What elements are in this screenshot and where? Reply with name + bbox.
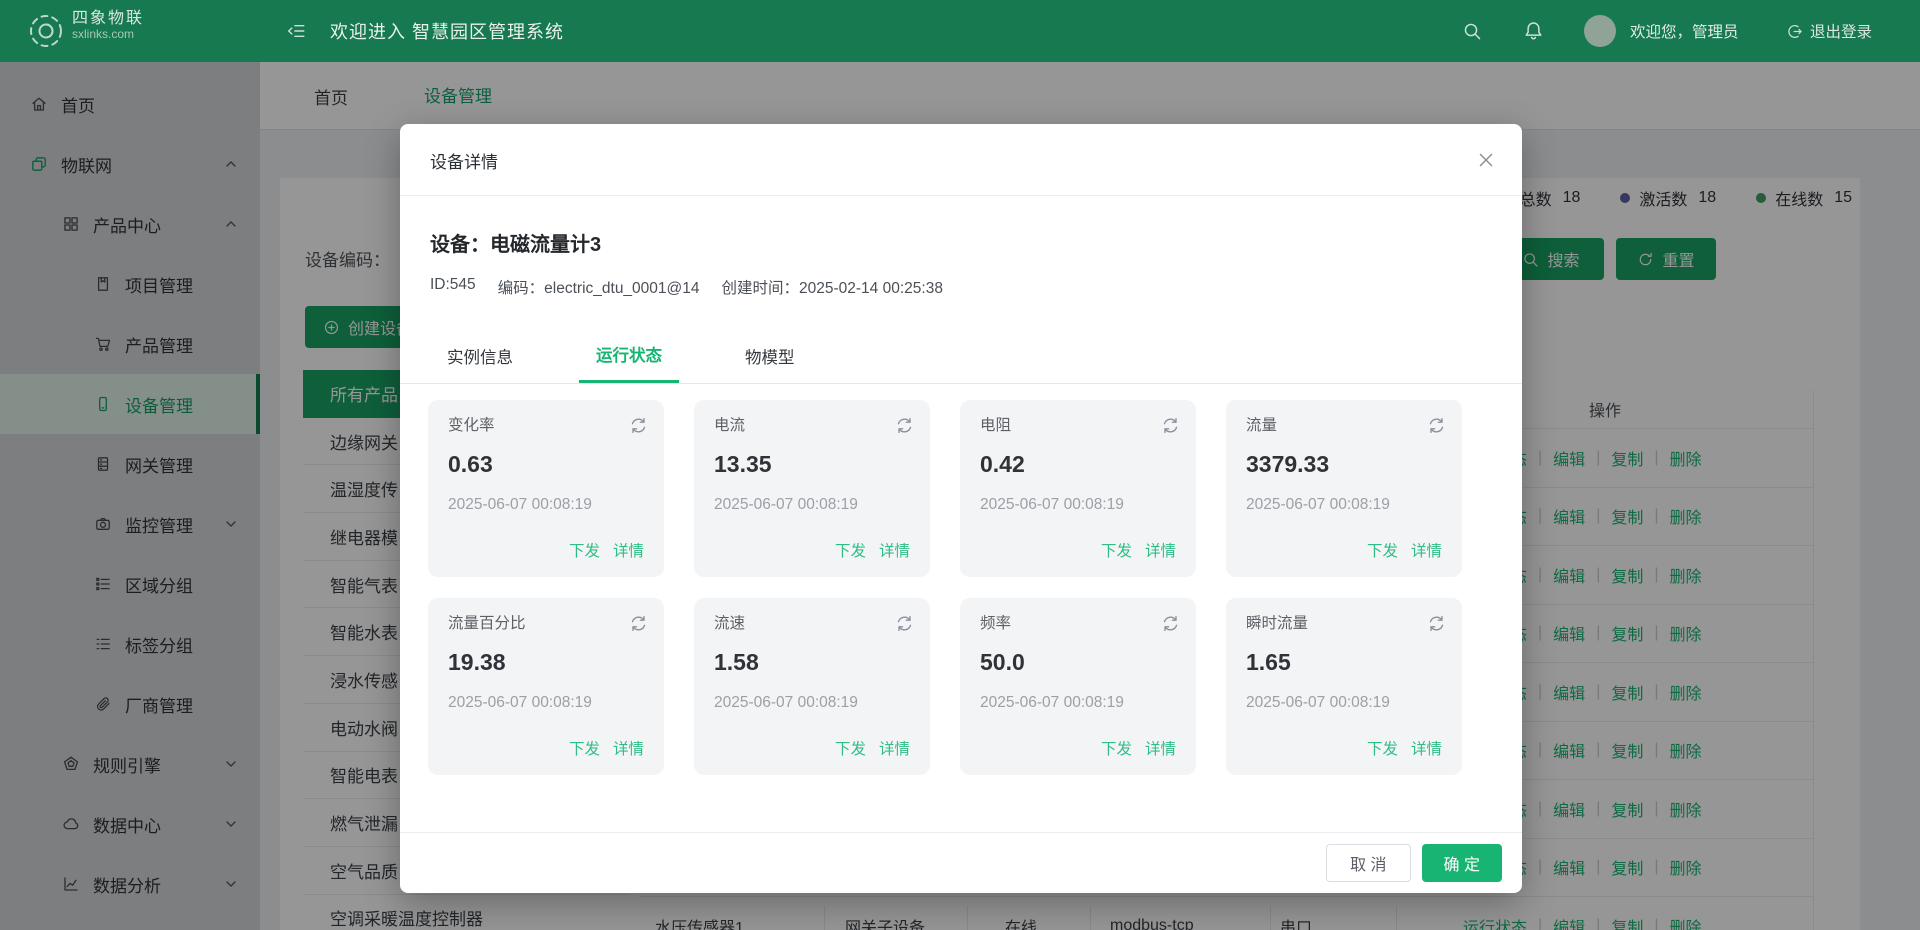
refresh-icon[interactable] [1427,614,1446,633]
device-detail-modal: 设备详情 设备：电磁流量计3 ID:545 编码：electric_dtu_00… [400,124,1522,893]
card-label: 频率 [980,614,1176,634]
card-links: 下发详情 [980,737,1176,759]
card-value: 1.65 [1246,648,1442,676]
send-link[interactable]: 下发 [1367,539,1398,561]
card-links: 下发详情 [714,539,910,561]
refresh-icon[interactable] [1161,614,1180,633]
property-card-7: 瞬时流量 1.65 2025-06-07 00:08:19 下发详情 [1226,598,1462,775]
bell-icon[interactable] [1523,20,1544,41]
search-icon[interactable] [1462,21,1482,41]
card-value: 19.38 [448,648,644,676]
card-links: 下发详情 [980,539,1176,561]
device-id: ID:545 [430,276,476,298]
send-link[interactable]: 下发 [569,539,600,561]
refresh-icon[interactable] [629,614,648,633]
card-timestamp: 2025-06-07 00:08:19 [714,693,910,713]
device-name-title: 设备：电磁流量计3 [430,228,601,257]
card-label: 流量 [1246,416,1442,436]
brand-domain: sxlinks.com [72,28,144,42]
card-links: 下发详情 [448,737,644,759]
refresh-icon[interactable] [629,416,648,435]
modal-tab-1[interactable]: 运行状态 [579,328,679,383]
brand-logo-text: 四象物联 sxlinks.com [72,10,144,42]
property-card-3: 流量 3379.33 2025-06-07 00:08:19 下发详情 [1226,400,1462,577]
card-label: 流速 [714,614,910,634]
card-links: 下发详情 [1246,539,1442,561]
property-card-4: 流量百分比 19.38 2025-06-07 00:08:19 下发详情 [428,598,664,775]
app-root: 四象物联 sxlinks.com 欢迎进入 智慧园区管理系统 欢迎您，管理员 退… [0,0,1920,930]
modal-tab-0[interactable]: 实例信息 [430,328,530,383]
card-links: 下发详情 [448,539,644,561]
card-label: 变化率 [448,416,644,436]
detail-link[interactable]: 详情 [1411,539,1442,561]
logout-button[interactable]: 退出登录 [1786,0,1872,62]
card-value: 0.63 [448,450,644,478]
refresh-icon[interactable] [1161,416,1180,435]
card-value: 13.35 [714,450,910,478]
property-card-2: 电阻 0.42 2025-06-07 00:08:19 下发详情 [960,400,1196,577]
brand-name: 四象物联 [72,10,144,28]
modal-tab-2[interactable]: 物模型 [728,328,812,383]
card-links: 下发详情 [714,737,910,759]
modal-tabs: 实例信息运行状态物模型 [400,328,1522,384]
detail-link[interactable]: 详情 [1145,737,1176,759]
card-timestamp: 2025-06-07 00:08:19 [714,495,910,515]
property-card-1: 电流 13.35 2025-06-07 00:08:19 下发详情 [694,400,930,577]
card-timestamp: 2025-06-07 00:08:19 [1246,693,1442,713]
card-label: 瞬时流量 [1246,614,1442,634]
logout-icon [1786,23,1803,40]
detail-link[interactable]: 详情 [879,539,910,561]
detail-link[interactable]: 详情 [879,737,910,759]
send-link[interactable]: 下发 [1101,539,1132,561]
card-value: 1.58 [714,648,910,676]
card-timestamp: 2025-06-07 00:08:19 [448,693,644,713]
card-value: 50.0 [980,648,1176,676]
card-value: 3379.33 [1246,450,1442,478]
confirm-button[interactable]: 确 定 [1422,844,1502,882]
menu-fold-icon[interactable] [286,21,306,41]
property-card-0: 变化率 0.63 2025-06-07 00:08:19 下发详情 [428,400,664,577]
card-timestamp: 2025-06-07 00:08:19 [980,693,1176,713]
card-label: 电阻 [980,416,1176,436]
send-link[interactable]: 下发 [1101,737,1132,759]
card-label: 电流 [714,416,910,436]
refresh-icon[interactable] [895,614,914,633]
cancel-button[interactable]: 取 消 [1326,844,1410,882]
close-icon[interactable] [1476,150,1496,170]
avatar [1584,15,1616,47]
detail-link[interactable]: 详情 [1145,539,1176,561]
top-header: 四象物联 sxlinks.com 欢迎进入 智慧园区管理系统 欢迎您，管理员 退… [0,0,1920,62]
card-timestamp: 2025-06-07 00:08:19 [980,495,1176,515]
card-timestamp: 2025-06-07 00:08:19 [1246,495,1442,515]
card-label: 流量百分比 [448,614,644,634]
user-greeting: 欢迎您，管理员 [1630,0,1739,62]
modal-footer: 取 消 确 定 [400,832,1522,893]
property-cards: 变化率0.632025-06-07 00:08:19下发详情电流13.35202… [428,400,1462,775]
logout-label: 退出登录 [1810,20,1872,42]
refresh-icon[interactable] [1427,416,1446,435]
device-code: 编码：electric_dtu_0001@14 [498,276,700,298]
send-link[interactable]: 下发 [1367,737,1398,759]
card-timestamp: 2025-06-07 00:08:19 [448,495,644,515]
property-card-5: 流速 1.58 2025-06-07 00:08:19 下发详情 [694,598,930,775]
brand-logo-icon [28,13,64,49]
modal-header: 设备详情 [400,124,1522,196]
detail-link[interactable]: 详情 [613,539,644,561]
send-link[interactable]: 下发 [835,737,866,759]
detail-link[interactable]: 详情 [613,737,644,759]
refresh-icon[interactable] [895,416,914,435]
send-link[interactable]: 下发 [569,737,600,759]
device-created: 创建时间：2025-02-14 00:25:38 [722,276,943,298]
card-value: 0.42 [980,450,1176,478]
detail-link[interactable]: 详情 [1411,737,1442,759]
card-links: 下发详情 [1246,737,1442,759]
modal-title: 设备详情 [430,124,498,196]
device-meta: ID:545 编码：electric_dtu_0001@14 创建时间：2025… [430,276,943,298]
app-title: 欢迎进入 智慧园区管理系统 [330,0,564,62]
property-card-6: 频率 50.0 2025-06-07 00:08:19 下发详情 [960,598,1196,775]
send-link[interactable]: 下发 [835,539,866,561]
